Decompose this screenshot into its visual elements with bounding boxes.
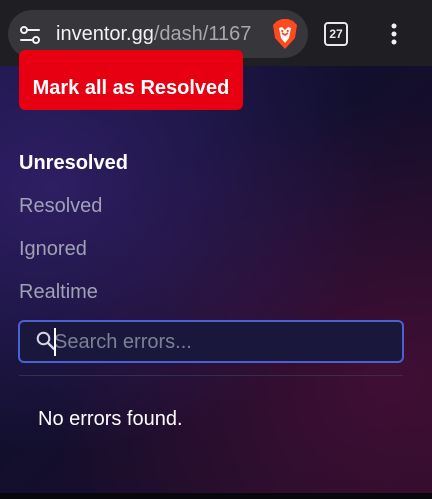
dashboard-page: Mark all as Resolved Unresolved Resolved… xyxy=(0,50,432,499)
section-divider xyxy=(19,375,403,376)
site-settings-icon[interactable] xyxy=(18,23,42,47)
search-input[interactable] xyxy=(54,328,389,356)
url-text[interactable]: inventor.gg/dash/1167 xyxy=(56,22,268,46)
filter-ignored[interactable]: Ignored xyxy=(19,235,219,263)
text-caret xyxy=(54,328,56,356)
url-path: /dash/1167 xyxy=(153,23,252,45)
vertical-ellipsis-icon[interactable] xyxy=(384,20,404,48)
filter-resolved[interactable]: Resolved xyxy=(19,192,219,220)
mark-all-resolved-button[interactable]: Mark all as Resolved xyxy=(19,50,243,110)
empty-state-message: No errors found. xyxy=(38,408,183,430)
navigation-bar-hint xyxy=(0,493,432,499)
filter-realtime[interactable]: Realtime xyxy=(19,278,219,306)
search-field[interactable] xyxy=(18,320,404,363)
filter-unresolved[interactable]: Unresolved xyxy=(19,149,219,177)
url-domain: inventor.gg xyxy=(56,23,154,45)
tab-count-button[interactable]: 27 xyxy=(324,22,348,46)
brave-lion-icon[interactable] xyxy=(270,18,300,50)
